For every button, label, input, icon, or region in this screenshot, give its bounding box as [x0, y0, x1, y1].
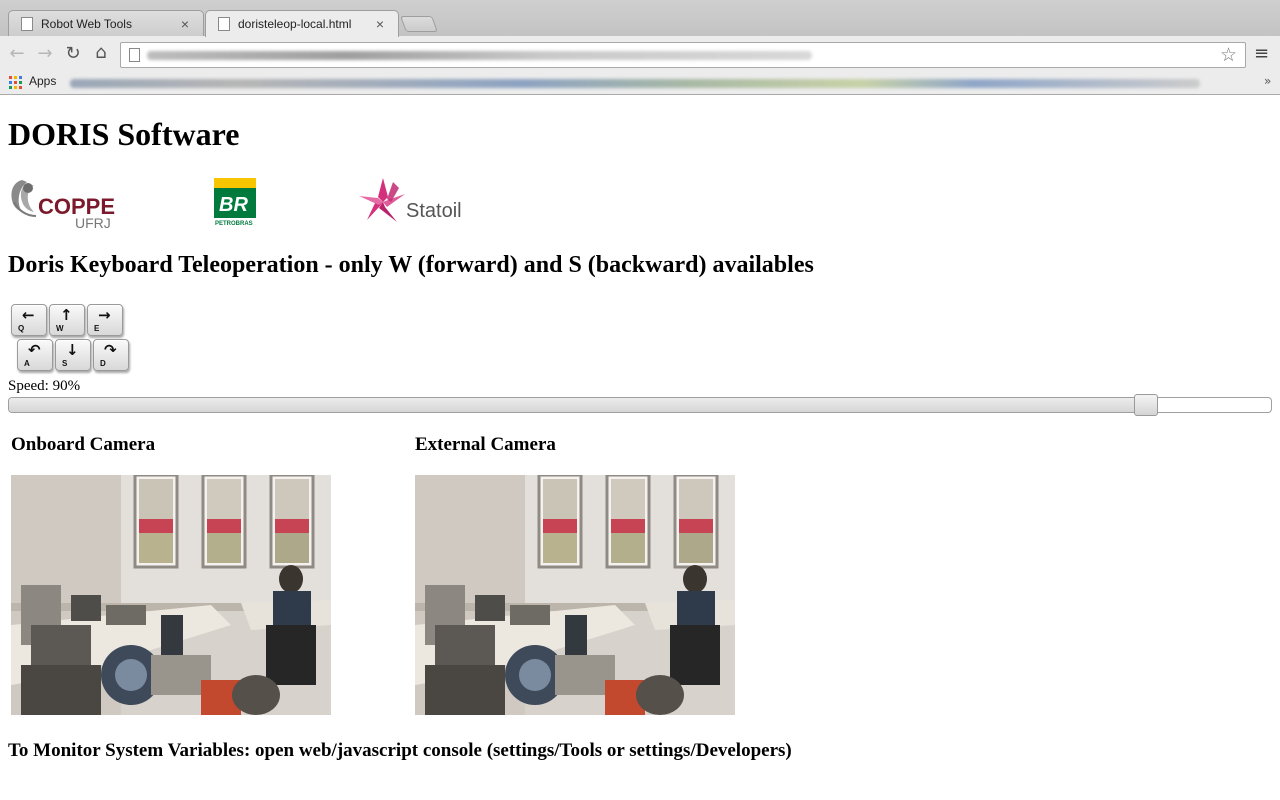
statoil-text: Statoil — [406, 200, 462, 222]
close-icon[interactable]: × — [376, 16, 384, 32]
logos-svg: COPPE UFRJ BR PETROBRAS Statoil — [11, 178, 462, 231]
forward-icon[interactable]: → — [33, 42, 57, 66]
slider-handle[interactable] — [1134, 394, 1158, 416]
tab-doristeleop[interactable]: doristeleop-local.html × — [205, 10, 399, 37]
new-tab-button[interactable] — [400, 16, 438, 32]
tab-title: doristeleop-local.html — [238, 17, 352, 31]
address-bar[interactable]: ☆ — [120, 42, 1246, 68]
rotate-left-icon: ↶ — [28, 341, 41, 359]
browser-chrome: Robot Web Tools × doristeleop-local.html… — [0, 0, 1280, 95]
menu-icon[interactable]: ≡ — [1254, 44, 1270, 66]
camera-image — [11, 475, 331, 715]
page-icon — [129, 48, 140, 62]
page-icon — [218, 17, 230, 31]
tab-title: Robot Web Tools — [41, 16, 132, 31]
close-icon[interactable]: × — [181, 16, 189, 32]
coppe-logo: COPPE UFRJ — [11, 180, 115, 231]
tab-strip: Robot Web Tools × doristeleop-local.html… — [0, 0, 1280, 37]
key-s[interactable]: ↓ S — [55, 339, 91, 371]
camera-image — [415, 475, 735, 715]
arrow-right-icon: → — [98, 306, 111, 324]
bookmarks-bar: Apps » — [0, 72, 1280, 94]
external-camera-label: External Camera — [415, 434, 556, 455]
monitor-instructions: To Monitor System Variables: open web/ja… — [8, 740, 792, 761]
speed-label: Speed: 90% — [8, 378, 81, 394]
key-q[interactable]: ← Q — [11, 304, 47, 336]
page-content: DORIS Software COPPE UFRJ BR PETROBRAS S… — [0, 96, 1280, 800]
petrobras-logo: BR PETROBRAS — [214, 178, 256, 227]
key-w[interactable]: ↑ W — [49, 304, 85, 336]
url-text-redacted — [147, 51, 812, 60]
page-icon — [21, 16, 33, 31]
home-icon[interactable]: ⌂ — [89, 41, 113, 65]
br-text: BR — [219, 194, 248, 216]
arrow-down-icon: ↓ — [66, 341, 79, 359]
bookmarks-overflow-icon[interactable]: » — [1264, 74, 1271, 88]
onboard-camera-feed — [11, 475, 331, 715]
key-a[interactable]: ↶ A — [17, 339, 53, 371]
key-d[interactable]: ↷ D — [93, 339, 129, 371]
reload-icon[interactable]: ↻ — [61, 42, 85, 66]
bookmark-star-icon[interactable]: ☆ — [1220, 44, 1237, 66]
key-letter: E — [94, 324, 100, 333]
page-title: DORIS Software — [8, 116, 240, 152]
key-letter: A — [24, 359, 30, 368]
sponsor-logos: COPPE UFRJ BR PETROBRAS Statoil — [8, 176, 478, 231]
key-letter: S — [62, 359, 68, 368]
arrow-up-icon: ↑ — [60, 306, 73, 324]
slider-track[interactable] — [8, 397, 1272, 413]
petrobras-text: PETROBRAS — [215, 221, 253, 227]
key-e[interactable]: → E — [87, 304, 123, 336]
apps-label[interactable]: Apps — [29, 74, 56, 88]
slider-fill — [9, 398, 1147, 412]
onboard-camera-label: Onboard Camera — [11, 434, 156, 455]
apps-icon[interactable] — [9, 76, 22, 89]
key-letter: W — [56, 324, 64, 333]
tab-robot-web-tools[interactable]: Robot Web Tools × — [8, 10, 204, 36]
bookmarks-redacted — [70, 79, 1200, 88]
ufrj-text: UFRJ — [75, 215, 111, 230]
speed-slider[interactable] — [8, 394, 1272, 416]
key-letter: Q — [18, 324, 25, 333]
arrow-left-icon: ← — [22, 306, 35, 324]
key-letter: D — [100, 359, 106, 368]
teleop-heading: Doris Keyboard Teleoperation - only W (f… — [8, 252, 814, 278]
back-icon[interactable]: ← — [5, 42, 29, 66]
external-camera-feed — [415, 475, 735, 715]
rotate-right-icon: ↷ — [104, 341, 117, 359]
statoil-logo: Statoil — [359, 178, 462, 222]
